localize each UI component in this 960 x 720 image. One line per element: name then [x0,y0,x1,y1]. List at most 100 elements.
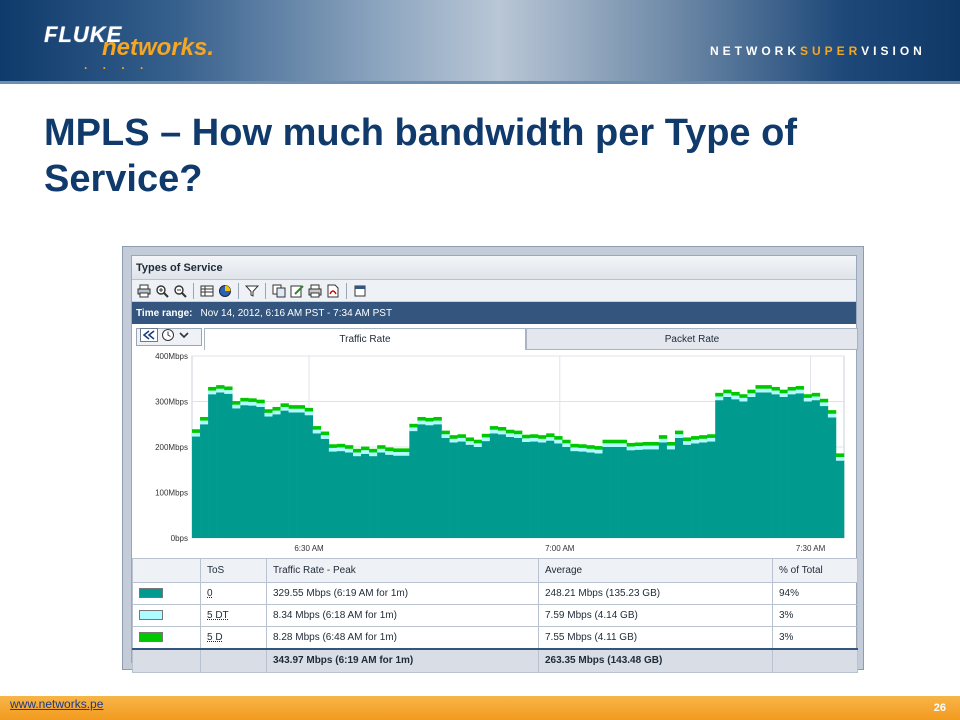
total-peak-cell: 343.97 Mbps (6:19 AM for 1m) [266,647,539,673]
series-5d-bar [288,405,297,409]
y-tick-label: 0bps [171,534,188,543]
tabs-row: Traffic Rate Packet Rate [132,326,858,350]
series-5d-bar [602,439,611,444]
series-5dt-bar [473,443,483,447]
toolbar-separator [193,282,194,299]
series-5dt-bar [385,451,394,455]
series-5dt-bar [240,401,249,406]
series-5d-bar [385,447,394,452]
window-icon[interactable] [352,283,368,299]
tab-packet-rate[interactable]: Packet Rate [526,328,858,350]
series-5dt-bar [715,396,724,401]
series-5d-bar [835,453,845,458]
series-5dt-bar [361,450,370,454]
series-0-bar [610,447,619,538]
series-0-bar [666,449,676,538]
pdf-icon[interactable] [325,283,341,299]
print-icon[interactable] [136,283,152,299]
series-5dt-bar [530,437,539,442]
logo-dots: . . . . [84,58,150,72]
tos-cell[interactable]: 5 DT [200,604,267,627]
tos-cell[interactable]: 5 D [200,626,267,649]
series-0-bar [835,460,845,538]
series-5d-bar [699,435,708,439]
peak-column-header[interactable]: Traffic Rate - Peak [266,558,539,583]
series-0-bar [586,452,595,538]
series-0-bar [594,453,603,538]
tab-traffic-rate[interactable]: Traffic Rate [204,328,526,350]
tos-column-header[interactable]: ToS [200,558,267,583]
dropdown-arrow-icon[interactable] [178,328,190,346]
series-0-bar [296,412,305,538]
series-5d-bar [489,426,499,430]
series-5d-bar [707,434,716,438]
percent-column-header[interactable]: % of Total [772,558,858,583]
series-0-bar [288,412,297,538]
filter-icon[interactable] [244,283,260,299]
series-5d-bar [739,394,748,398]
tos-link[interactable]: 5 DT [207,610,229,621]
series-5d-bar [691,436,700,440]
average-column-header[interactable]: Average [538,558,773,583]
series-0-bar [264,416,273,538]
tos-link[interactable]: 0 [207,588,213,599]
series-5dt-bar [819,402,829,407]
clock-icon[interactable] [161,328,175,347]
tos-link[interactable]: 5 D [207,632,223,643]
table-row[interactable]: 5 D 8.28 Mbps (6:48 AM for 1m) 7.55 Mbps… [132,626,858,649]
series-5d-bar [715,392,724,397]
series-5dt-bar [208,390,217,395]
series-0-bar [634,449,644,538]
series-5d-bar [795,386,805,390]
series-0-bar [546,440,555,538]
series-0-bar [715,400,724,538]
series-5d-bar [538,435,547,439]
table-total-row: 343.97 Mbps (6:19 AM for 1m) 263.35 Mbps… [132,647,858,673]
x-tick-label: 6:30 AM [294,544,324,553]
zoom-in-icon[interactable] [154,283,170,299]
copy-icon[interactable] [271,283,287,299]
website-link[interactable]: www.networks.pe [10,697,103,711]
series-5dt-bar [425,421,434,426]
series-5dt-bar [755,388,764,393]
average-cell: 248.21 Mbps (135.23 GB) [538,582,773,605]
percent-cell: 3% [772,626,858,649]
series-5dt-bar [827,413,837,418]
tagline-accent: SUPER [800,44,862,58]
series-5dt-bar [666,445,676,450]
series-5dt-bar [441,434,450,438]
zoom-out-icon[interactable] [172,283,188,299]
tagline-pre: NETWORK [710,44,800,58]
print-preview-icon[interactable] [307,283,323,299]
table-icon[interactable] [199,283,215,299]
series-0-bar [707,441,716,538]
y-tick-label: 400Mbps [155,352,188,361]
series-5d-bar [763,385,772,389]
series-5dt-bar [554,439,563,444]
series-0-bar [473,447,483,538]
series-0-bar [602,447,611,538]
tos-cell[interactable]: 0 [200,582,267,605]
x-tick-label: 7:00 AM [545,544,575,553]
series-0-bar [409,431,418,538]
table-row[interactable]: 0 329.55 Mbps (6:19 AM for 1m) 248.21 Mb… [132,582,858,605]
series-5dt-bar [232,404,241,409]
series-5dt-bar [409,427,418,432]
series-5dt-bar [328,447,338,452]
chart-icon[interactable] [217,283,233,299]
tos-table: ToS Traffic Rate - Peak Average % of Tot… [132,558,858,673]
series-0-bar [795,393,805,538]
series-0-bar [691,443,700,538]
table-row[interactable]: 5 DT 8.34 Mbps (6:18 AM for 1m) 7.59 Mbp… [132,604,858,627]
series-0-bar [248,405,257,538]
series-0-bar [554,443,563,538]
peak-cell: 329.55 Mbps (6:19 AM for 1m) [266,582,539,605]
screenshot-frame: Types of Service Time range: Nov 14, 201… [122,246,864,673]
rewind-icon[interactable] [140,327,158,347]
edit-icon[interactable] [289,283,305,299]
series-5dt-bar [264,412,273,417]
series-0-bar [216,392,225,538]
series-5d-bar [192,429,201,433]
series-5d-bar [666,442,676,446]
traffic-rate-chart: 400Mbps 300Mbps 200Mbps 100Mbps 0bps 6:30 AM 7… [132,352,858,558]
